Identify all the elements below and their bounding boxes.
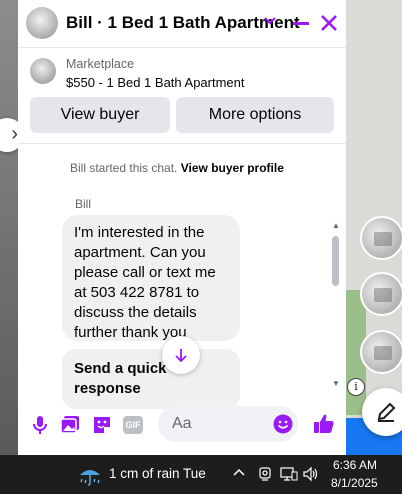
listing-title: $550 - 1 Bed 1 Bath Apartment bbox=[66, 75, 245, 90]
avatar[interactable] bbox=[26, 7, 58, 39]
sticker-icon[interactable] bbox=[91, 414, 113, 436]
thumbs-up-icon[interactable] bbox=[312, 412, 336, 436]
view-buyer-button[interactable]: View buyer bbox=[30, 97, 170, 133]
system-message-text: Bill started this chat. bbox=[70, 161, 178, 175]
gif-label: GIF bbox=[123, 416, 143, 434]
more-options-button[interactable]: More options bbox=[176, 97, 334, 133]
microphone-icon[interactable] bbox=[29, 414, 51, 436]
chevron-down-icon[interactable] bbox=[264, 16, 276, 26]
marketplace-listing[interactable]: Marketplace $550 - 1 Bed 1 Bath Apartmen… bbox=[18, 48, 346, 96]
weather-text[interactable]: 1 cm of rain Tue bbox=[109, 466, 206, 481]
gif-icon[interactable]: GIF bbox=[123, 414, 145, 436]
clock-date[interactable]: 8/1/2025 bbox=[331, 476, 378, 490]
chevron-up-icon[interactable] bbox=[233, 467, 245, 477]
scroll-to-bottom-button[interactable] bbox=[162, 336, 200, 374]
emoji-icon[interactable] bbox=[273, 414, 293, 434]
chat-head-avatar[interactable] bbox=[360, 330, 402, 374]
info-icon[interactable]: i bbox=[347, 378, 365, 396]
chat-head-avatar[interactable] bbox=[360, 216, 402, 260]
network-icon[interactable] bbox=[280, 466, 298, 482]
system-message: Bill started this chat. View buyer profi… bbox=[70, 161, 284, 175]
message-bubble: I'm interested in the apartment. Can you… bbox=[62, 215, 240, 341]
sender-name: Bill bbox=[75, 197, 92, 211]
minimize-icon[interactable] bbox=[290, 12, 312, 34]
scrollbar-up-arrow[interactable]: ▲ bbox=[332, 221, 340, 230]
scrollbar-down-arrow[interactable]: ▼ bbox=[332, 379, 340, 388]
arrow-down-icon bbox=[175, 349, 187, 363]
scrollbar-thumb[interactable] bbox=[332, 236, 339, 286]
message-composer: GIF bbox=[18, 400, 346, 448]
close-icon[interactable] bbox=[318, 12, 340, 34]
listing-category: Marketplace bbox=[66, 57, 135, 71]
camera-icon[interactable] bbox=[257, 466, 273, 482]
compose-icon bbox=[377, 402, 396, 422]
clock-time[interactable]: 6:36 AM bbox=[333, 458, 377, 472]
rain-icon[interactable] bbox=[77, 462, 103, 488]
chat-header: Bill · 1 Bed 1 Bath Apartment bbox=[18, 0, 346, 48]
message-list[interactable]: Bill started this chat. View buyer profi… bbox=[18, 143, 346, 409]
new-message-button[interactable] bbox=[362, 388, 402, 436]
chat-window: Bill · 1 Bed 1 Bath Apartment Marketplac… bbox=[18, 0, 346, 455]
taskbar: 1 cm of rain Tue 6:36 AM 8/1/2025 bbox=[0, 455, 402, 494]
background-page-left bbox=[0, 0, 18, 455]
listing-thumbnail bbox=[30, 58, 56, 84]
chat-head-avatar[interactable] bbox=[360, 272, 402, 316]
volume-icon[interactable] bbox=[302, 466, 320, 482]
view-buyer-profile-link[interactable]: View buyer profile bbox=[181, 161, 284, 175]
image-icon[interactable] bbox=[59, 414, 81, 436]
